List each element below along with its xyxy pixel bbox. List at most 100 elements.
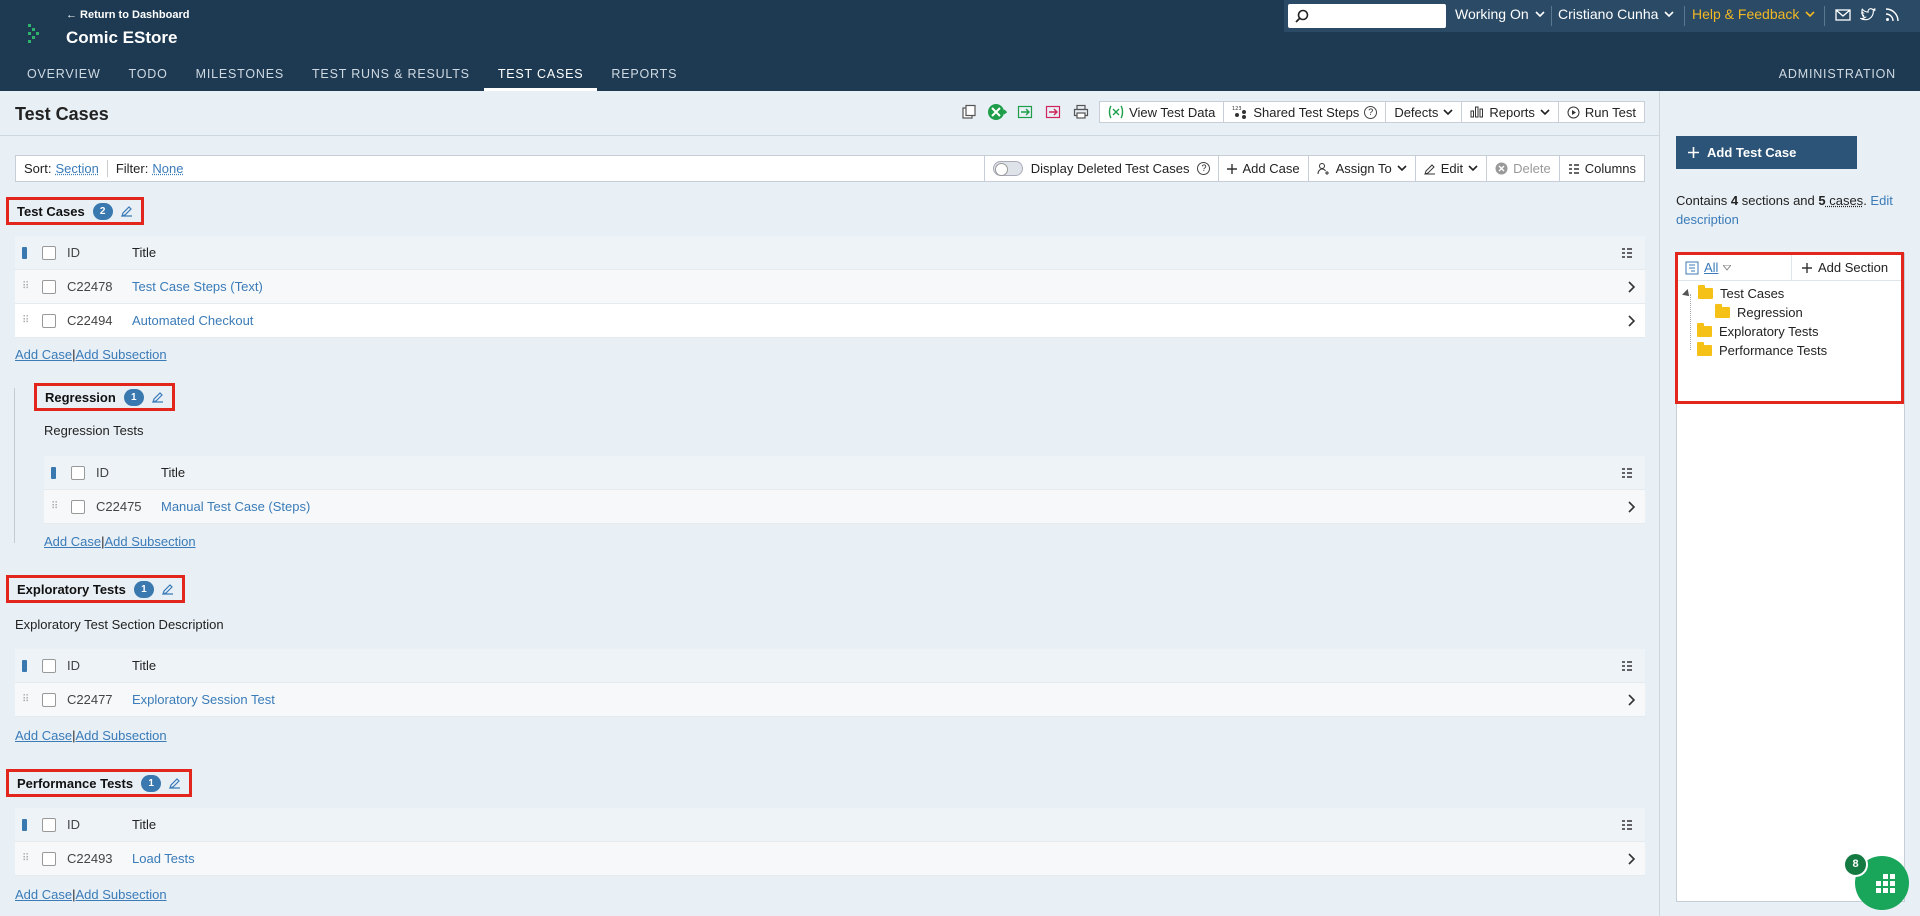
- toolbar-button-group: View Test Data 123 Shared Test Steps ? D…: [1099, 101, 1645, 123]
- column-header-title[interactable]: Title: [132, 245, 156, 260]
- defects-dropdown[interactable]: Defects: [1385, 101, 1462, 123]
- drag-handle-icon[interactable]: ⠿: [22, 281, 29, 292]
- tab-test-runs-results[interactable]: TEST RUNS & RESULTS: [298, 62, 484, 91]
- drag-handle-icon[interactable]: ⠿: [51, 501, 58, 512]
- column-settings-icon[interactable]: [1621, 660, 1633, 672]
- cases-table: ID Title ⠿ C22477 Exploratory Session Te…: [15, 649, 1645, 717]
- sort-value-link[interactable]: Section: [55, 161, 98, 176]
- select-all-checkbox[interactable]: [42, 658, 56, 673]
- project-name[interactable]: Comic EStore: [66, 28, 177, 48]
- case-title-link[interactable]: Manual Test Case (Steps): [161, 499, 310, 514]
- chevron-right-icon[interactable]: [1627, 314, 1635, 327]
- excel-export-icon[interactable]: [987, 102, 1008, 122]
- shared-test-steps-button[interactable]: 123 Shared Test Steps ?: [1223, 101, 1386, 123]
- select-all-checkbox[interactable]: [42, 817, 56, 832]
- reports-dropdown[interactable]: Reports: [1461, 101, 1558, 123]
- drag-handle-icon[interactable]: ⠿: [22, 315, 29, 326]
- filter-value-link[interactable]: None: [152, 161, 183, 176]
- column-header-id[interactable]: ID: [96, 465, 109, 480]
- chevron-right-icon[interactable]: [1627, 280, 1635, 293]
- export-icon[interactable]: [1043, 102, 1063, 122]
- add-case-link[interactable]: Add Case: [44, 534, 101, 549]
- columns-button[interactable]: Columns: [1558, 156, 1644, 181]
- add-case-link[interactable]: Add Case: [15, 887, 72, 902]
- row-checkbox[interactable]: [42, 851, 56, 866]
- add-subsection-link[interactable]: Add Subsection: [75, 728, 166, 743]
- add-subsection-link[interactable]: Add Subsection: [75, 887, 166, 902]
- add-subsection-link[interactable]: Add Subsection: [75, 347, 166, 362]
- rss-icon[interactable]: [1885, 8, 1899, 22]
- delete-button[interactable]: Delete: [1486, 156, 1559, 181]
- edit-section-icon[interactable]: [169, 777, 181, 789]
- add-case-link[interactable]: Add Case: [15, 347, 72, 362]
- chevron-right-icon[interactable]: [1627, 693, 1635, 706]
- drag-handle-icon[interactable]: ⠿: [22, 694, 29, 705]
- row-checkbox[interactable]: [42, 692, 56, 707]
- toggle-switch[interactable]: [992, 161, 1023, 176]
- column-header-id[interactable]: ID: [67, 245, 80, 260]
- section-header-performance-tests[interactable]: Performance Tests 1: [6, 769, 193, 797]
- display-deleted-toggle[interactable]: Display Deleted Test Cases ?: [983, 156, 1219, 181]
- section-header-test-cases[interactable]: Test Cases 2: [6, 197, 144, 225]
- edit-section-icon[interactable]: [161, 583, 174, 595]
- administration-link[interactable]: ADMINISTRATION: [1779, 62, 1896, 91]
- section-header-regression[interactable]: Regression 1: [34, 383, 175, 411]
- search-input[interactable]: [1288, 4, 1446, 28]
- add-subsection-link[interactable]: Add Subsection: [104, 534, 195, 549]
- column-header-id[interactable]: ID: [67, 658, 80, 673]
- assign-to-dropdown[interactable]: Assign To: [1307, 156, 1415, 181]
- column-header-title[interactable]: Title: [132, 658, 156, 673]
- case-title-link[interactable]: Test Case Steps (Text): [132, 279, 263, 294]
- add-test-case-button[interactable]: Add Test Case: [1676, 136, 1857, 169]
- chevron-right-icon[interactable]: [1627, 500, 1635, 513]
- help-icon[interactable]: ?: [1364, 105, 1378, 119]
- column-header-id[interactable]: ID: [67, 817, 80, 832]
- column-settings-icon[interactable]: [1621, 819, 1633, 831]
- tab-milestones[interactable]: MILESTONES: [182, 62, 298, 91]
- twitter-icon[interactable]: [1860, 8, 1876, 22]
- help-feedback-dropdown[interactable]: Help & Feedback: [1692, 6, 1815, 22]
- tab-todo[interactable]: TODO: [115, 62, 182, 91]
- table-row[interactable]: ⠿ C22477 Exploratory Session Test: [15, 683, 1645, 717]
- case-title-link[interactable]: Load Tests: [132, 851, 195, 866]
- column-header-title[interactable]: Title: [132, 817, 156, 832]
- add-case-link[interactable]: Add Case: [15, 728, 72, 743]
- edit-section-icon[interactable]: [151, 391, 164, 403]
- filter-label: Filter:: [115, 161, 149, 176]
- column-header-title[interactable]: Title: [161, 465, 185, 480]
- return-to-dashboard-link[interactable]: ← Return to Dashboard: [66, 9, 189, 21]
- drag-handle-icon[interactable]: ⠿: [22, 853, 29, 864]
- tab-overview[interactable]: OVERVIEW: [0, 62, 115, 91]
- import-icon[interactable]: [1015, 102, 1035, 122]
- working-on-dropdown[interactable]: Working On: [1455, 6, 1545, 22]
- table-row[interactable]: ⠿ C22494 Automated Checkout: [15, 304, 1645, 338]
- row-checkbox[interactable]: [42, 313, 56, 328]
- edit-dropdown[interactable]: Edit: [1414, 156, 1486, 181]
- tab-reports[interactable]: REPORTS: [597, 62, 691, 91]
- row-checkbox[interactable]: [71, 499, 85, 514]
- add-case-button[interactable]: Add Case: [1218, 156, 1307, 181]
- help-icon[interactable]: ?: [1197, 162, 1211, 175]
- select-all-checkbox[interactable]: [42, 245, 56, 260]
- case-title-link[interactable]: Exploratory Session Test: [132, 692, 275, 707]
- column-settings-icon[interactable]: [1621, 247, 1633, 259]
- print-icon[interactable]: [1071, 102, 1091, 122]
- edit-section-icon[interactable]: [120, 205, 133, 217]
- table-row[interactable]: ⠿ C22478 Test Case Steps (Text): [15, 270, 1645, 304]
- view-test-data-button[interactable]: View Test Data: [1099, 101, 1224, 123]
- table-row[interactable]: ⠿ C22493 Load Tests: [15, 842, 1645, 876]
- table-row[interactable]: ⠿ C22475 Manual Test Case (Steps): [44, 490, 1645, 524]
- column-settings-icon[interactable]: [1621, 467, 1633, 479]
- user-menu-dropdown[interactable]: Cristiano Cunha: [1558, 6, 1674, 22]
- mail-icon[interactable]: [1835, 8, 1851, 22]
- run-test-label: Run Test: [1584, 104, 1636, 120]
- copy-icon[interactable]: [959, 102, 979, 122]
- select-all-checkbox[interactable]: [71, 465, 85, 480]
- chevron-right-icon[interactable]: [1627, 852, 1635, 865]
- run-test-button[interactable]: Run Test: [1557, 101, 1645, 123]
- case-title-link[interactable]: Automated Checkout: [132, 313, 253, 328]
- row-checkbox[interactable]: [42, 279, 56, 294]
- section-header-exploratory-tests[interactable]: Exploratory Tests 1: [6, 575, 185, 603]
- tab-test-cases[interactable]: TEST CASES: [483, 62, 598, 91]
- testrail-logo-icon[interactable]: [22, 18, 46, 48]
